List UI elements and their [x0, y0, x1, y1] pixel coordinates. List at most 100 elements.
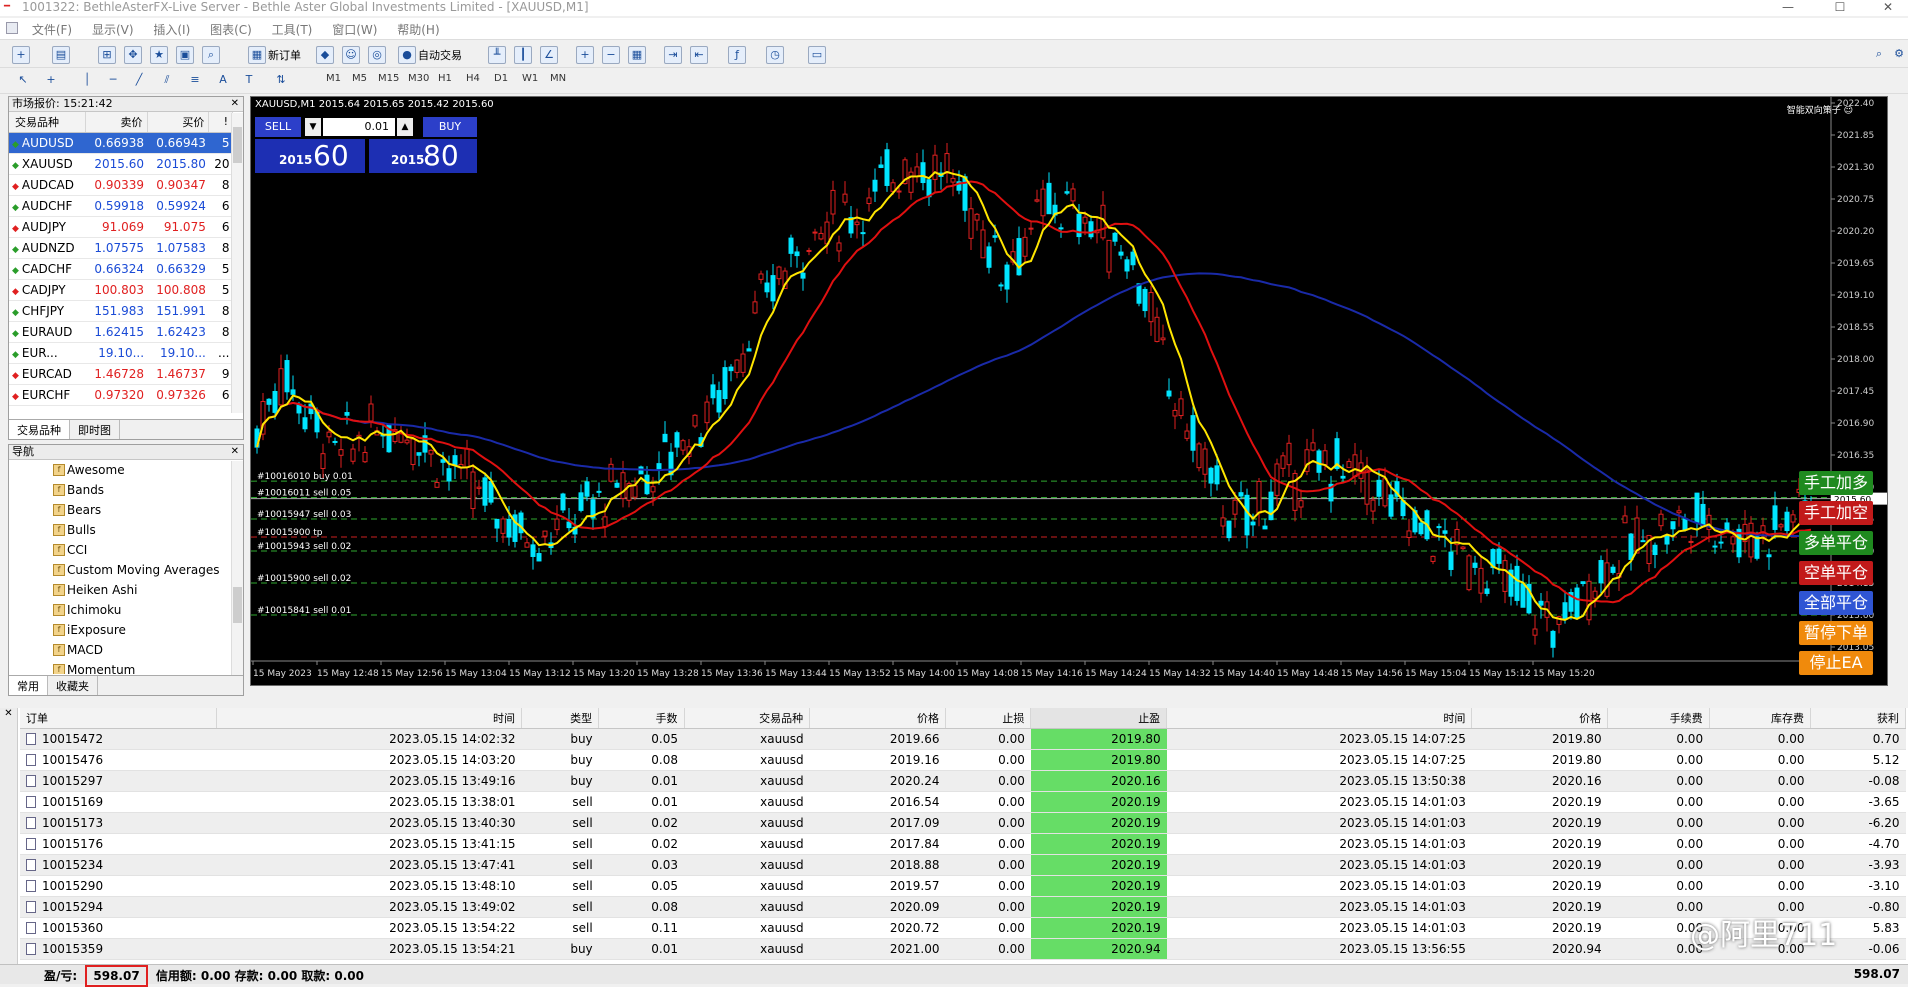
menu-tools[interactable]: 工具(T)	[264, 18, 321, 38]
cursor-icon[interactable]: ↖	[14, 72, 32, 90]
column-header[interactable]: 库存费	[1709, 708, 1811, 729]
auto-trading-button[interactable]: 自动交易	[418, 47, 462, 63]
market-watch-row[interactable]: ◆ AUDCAD 0.90339 0.90347 8	[9, 174, 233, 196]
column-header[interactable]: 手数	[598, 708, 685, 729]
market-watch-row[interactable]: ◆ CADCHF 0.66324 0.66329 5	[9, 258, 233, 280]
market-watch-row[interactable]: ◆ EURAUD 1.62415 1.62423 8	[9, 321, 233, 343]
table-row[interactable]: 10015290 2023.05.15 13:48:10 sell 0.05 xauus…	[20, 875, 1906, 897]
table-row[interactable]: 10015169 2023.05.15 13:38:01 sell 0.01 xauus…	[20, 791, 1906, 813]
new-order-button[interactable]: 新订单	[268, 47, 301, 63]
timeframe-h4[interactable]: H4	[466, 73, 480, 84]
tester-icon[interactable]: ⌕	[202, 46, 220, 64]
navigator-item[interactable]: f CCI	[9, 540, 243, 560]
navigator-item[interactable]: f Awesome	[9, 460, 243, 480]
minimize-button[interactable]: —	[1768, 0, 1808, 16]
navigator-item[interactable]: f Momentum	[9, 660, 243, 674]
indicators-icon[interactable]: ƒ	[728, 46, 746, 64]
navigator-item[interactable]: f Bears	[9, 500, 243, 520]
tab-symbols[interactable]: 交易品种	[9, 420, 70, 439]
data-window-icon[interactable]: ✥	[124, 46, 142, 64]
zoom-out-icon[interactable]: −	[602, 46, 620, 64]
close-button[interactable]: ✕	[1868, 0, 1908, 16]
market-watch-row[interactable]: ◆ AUDUSD 0.66938 0.66943 5	[9, 132, 233, 154]
profiles-icon[interactable]: ▤	[52, 46, 70, 64]
new-chart-icon[interactable]: +	[12, 46, 30, 64]
ea-button[interactable]: 手工加多	[1799, 471, 1873, 495]
table-row[interactable]: 10015472 2023.05.15 14:02:32 buy 0.05 xauusd…	[20, 728, 1906, 750]
column-header[interactable]: 止盈	[1030, 708, 1168, 729]
market-watch-row[interactable]: ◆ EURCAD 1.46728 1.46737 9	[9, 363, 233, 385]
tab-common[interactable]: 常用	[9, 676, 48, 695]
column-header[interactable]: 价格	[1471, 708, 1609, 729]
channel-icon[interactable]: ⫽	[158, 72, 176, 90]
market-watch-row[interactable]: ◆ AUDJPY 91.069 91.075 6	[9, 216, 233, 238]
table-row[interactable]: 10015294 2023.05.15 13:49:02 sell 0.08 xauus…	[20, 896, 1906, 918]
timeframe-m5[interactable]: M5	[352, 73, 367, 84]
table-row[interactable]: 10015360 2023.05.15 13:54:22 sell 0.11 xauus…	[20, 917, 1906, 939]
column-header[interactable]: 类型	[521, 708, 600, 729]
table-row[interactable]: 10015359 2023.05.15 13:54:21 buy 0.01 xauusd…	[20, 938, 1906, 960]
market-watch-scrollbar[interactable]	[231, 113, 243, 413]
column-header[interactable]: 卖价	[85, 112, 148, 133]
zoom-in-icon[interactable]: +	[576, 46, 594, 64]
market-watch-row[interactable]: ◆ EURCHF 0.97320 0.97326 6	[9, 384, 233, 406]
templates-icon[interactable]: ▭	[808, 46, 826, 64]
column-header[interactable]: 时间	[1166, 708, 1473, 729]
metaeditor-icon[interactable]: ◆	[316, 46, 334, 64]
column-header[interactable]: 止损	[945, 708, 1032, 729]
ea-button[interactable]: 多单平仓	[1799, 531, 1873, 555]
table-row[interactable]: 10015476 2023.05.15 14:03:20 buy 0.08 xauusd…	[20, 749, 1906, 771]
column-header[interactable]: 获利	[1810, 708, 1907, 729]
signals-icon[interactable]: ☺	[342, 46, 360, 64]
fibonacci-icon[interactable]: ≡	[186, 72, 204, 90]
navigator-item[interactable]: f Ichimoku	[9, 600, 243, 620]
navigator-item[interactable]: f Bands	[9, 480, 243, 500]
market-watch-row[interactable]: ◆ XAUUSD 2015.60 2015.80 20	[9, 153, 233, 175]
market-watch-row[interactable]: ◆ CHFJPY 151.983 151.991 8	[9, 300, 233, 322]
column-header[interactable]: 价格	[809, 708, 946, 729]
periods-icon[interactable]: ◷	[766, 46, 784, 64]
market-watch-row[interactable]: ◆ CADJPY 100.803 100.808 5	[9, 279, 233, 301]
timeframe-h1[interactable]: H1	[438, 73, 452, 84]
tile-windows-icon[interactable]: ▦	[628, 46, 646, 64]
arrows-icon[interactable]: ⇅	[272, 72, 290, 90]
text-label-icon[interactable]: T	[240, 72, 258, 90]
close-icon[interactable]: ✕	[231, 97, 239, 111]
chart-shift-icon[interactable]: ⇥	[664, 46, 682, 64]
navigator-item[interactable]: f Custom Moving Averages	[9, 560, 243, 580]
navigator-item[interactable]: f iExposure	[9, 620, 243, 640]
menu-chart[interactable]: 图表(C)	[202, 18, 260, 38]
column-header[interactable]: 订单	[20, 708, 217, 729]
maximize-button[interactable]: ☐	[1820, 0, 1860, 16]
bar-chart-icon[interactable]: ╨	[488, 46, 506, 64]
trendline-icon[interactable]: ╱	[130, 72, 148, 90]
menu-window[interactable]: 窗口(W)	[324, 18, 385, 38]
text-icon[interactable]: A	[214, 72, 232, 90]
ea-button[interactable]: 停止EA	[1799, 651, 1873, 675]
timeframe-m30[interactable]: M30	[408, 73, 429, 84]
price-chart[interactable]: XAUUSD,M1 2015.64 2015.65 2015.42 2015.6…	[250, 96, 1888, 686]
line-chart-icon[interactable]: ∠	[540, 46, 558, 64]
ea-button[interactable]: 空单平仓	[1799, 561, 1873, 585]
market-icon[interactable]: ◎	[368, 46, 386, 64]
table-row[interactable]: 10015173 2023.05.15 13:40:30 sell 0.02 xauus…	[20, 812, 1906, 834]
horizontal-line-icon[interactable]: ─	[104, 72, 122, 90]
ea-button[interactable]: 手工加空	[1799, 501, 1873, 525]
navigator-item[interactable]: f Heiken Ashi	[9, 580, 243, 600]
market-watch-row[interactable]: ◆ EUR... 19.10... 19.10......	[9, 342, 233, 364]
auto-trading-icon[interactable]: ●	[398, 46, 416, 64]
timeframe-w1[interactable]: W1	[522, 73, 538, 84]
search-icon[interactable]: ⌕	[1870, 46, 1888, 64]
column-header[interactable]: !	[208, 112, 233, 133]
menu-insert[interactable]: 插入(I)	[145, 18, 198, 38]
table-row[interactable]: 10015176 2023.05.15 13:41:15 sell 0.02 xauus…	[20, 833, 1906, 855]
market-watch-icon[interactable]: ⊞	[98, 46, 116, 64]
column-header[interactable]: 时间	[216, 708, 523, 729]
navigator-icon[interactable]: ★	[150, 46, 168, 64]
close-icon[interactable]: ✕	[231, 445, 239, 459]
settings-icon[interactable]: ⚙	[1890, 46, 1908, 64]
column-header[interactable]: 交易品种	[684, 708, 811, 729]
column-header[interactable]: 买价	[147, 112, 210, 133]
tab-favorites[interactable]: 收藏夹	[48, 676, 98, 695]
timeframe-mn[interactable]: MN	[550, 73, 566, 84]
